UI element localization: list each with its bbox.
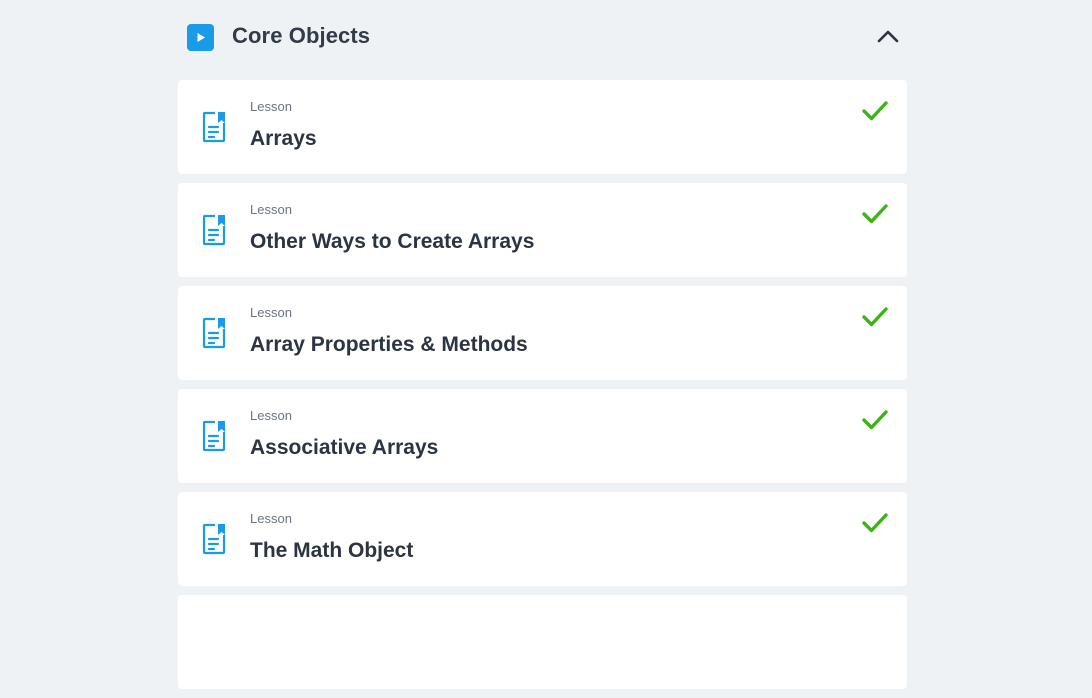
lesson-item[interactable] — [178, 595, 907, 689]
play-icon — [187, 24, 214, 51]
section-header[interactable]: Core Objects — [178, 0, 907, 80]
lesson-item[interactable]: Lesson The Math Object — [178, 492, 907, 586]
document-icon — [202, 214, 226, 246]
lesson-type-label: Lesson — [250, 99, 292, 114]
document-icon — [202, 111, 226, 143]
lesson-item[interactable]: Lesson Associative Arrays — [178, 389, 907, 483]
course-section: Core Objects Lesson Arrays Lesson Other … — [178, 0, 907, 689]
chevron-up-icon — [877, 30, 899, 43]
lesson-type-label: Lesson — [250, 202, 292, 217]
lesson-title: Array Properties & Methods — [250, 333, 528, 356]
checkmark-icon — [862, 410, 888, 430]
document-icon — [202, 317, 226, 349]
document-icon — [202, 523, 226, 555]
lesson-title: Arrays — [250, 127, 317, 150]
lesson-type-label: Lesson — [250, 408, 292, 423]
checkmark-icon — [862, 307, 888, 327]
section-title: Core Objects — [232, 23, 371, 48]
checkmark-icon — [862, 101, 888, 121]
lesson-title: Associative Arrays — [250, 436, 439, 459]
lesson-item[interactable]: Lesson Arrays — [178, 80, 907, 174]
document-icon — [202, 420, 226, 452]
checkmark-icon — [862, 513, 888, 533]
lesson-type-label: Lesson — [250, 305, 292, 320]
lesson-title: Other Ways to Create Arrays — [250, 230, 535, 253]
lesson-list: Lesson Arrays Lesson Other Ways to Creat… — [178, 80, 907, 698]
checkmark-icon — [862, 204, 888, 224]
collapse-button[interactable] — [873, 22, 903, 52]
lesson-title: The Math Object — [250, 539, 414, 562]
lesson-type-label: Lesson — [250, 511, 292, 526]
lesson-item[interactable]: Lesson Other Ways to Create Arrays — [178, 183, 907, 277]
lesson-item[interactable]: Lesson Array Properties & Methods — [178, 286, 907, 380]
